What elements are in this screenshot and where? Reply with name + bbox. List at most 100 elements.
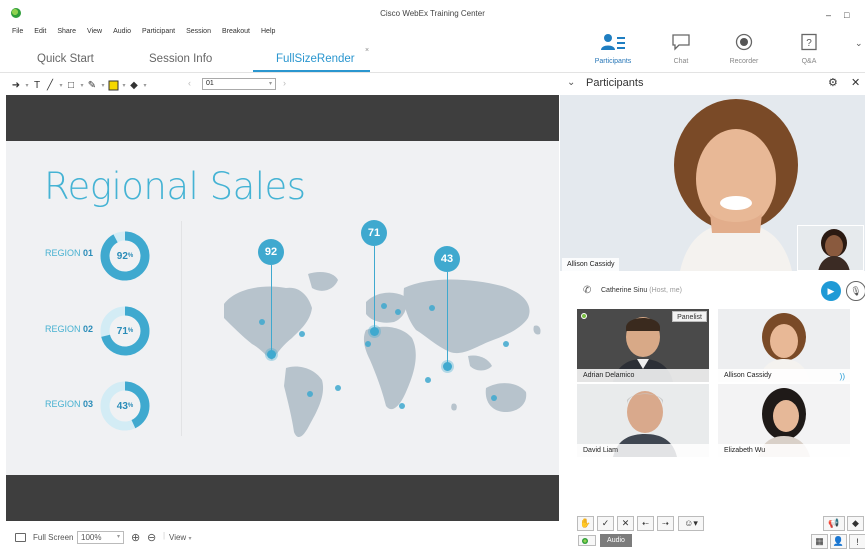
presenter-indicator-icon <box>581 313 587 319</box>
menu-share[interactable]: Share <box>57 28 76 40</box>
participants-icon <box>601 34 625 50</box>
menu-edit[interactable]: Edit <box>34 28 46 40</box>
menu-bar: File Edit Share View Audio Participant S… <box>12 28 286 40</box>
chevron-down-icon[interactable]: ▾ <box>99 82 107 89</box>
participant-tile[interactable]: David Liam <box>577 384 709 457</box>
participant-tile[interactable]: Panelist Adrian Delamico <box>577 309 709 382</box>
zoom-in-icon[interactable]: ⊕ <box>131 531 140 544</box>
video-camera-button[interactable]: ▶ <box>821 281 841 301</box>
menu-view[interactable]: View <box>87 28 102 40</box>
announce-button[interactable]: 📢 <box>823 516 845 531</box>
region-label: REGION 03 <box>45 399 94 409</box>
raise-hand-button[interactable]: ✋ <box>577 516 594 531</box>
emoticon-button[interactable]: ☺▾ <box>678 516 704 531</box>
tab-quick-start[interactable]: Quick Start <box>37 53 94 65</box>
eraser-icon[interactable]: ◆ <box>128 78 140 92</box>
participant-tile[interactable]: Elizabeth Wu <box>718 384 850 457</box>
annotation-toolbar: ➜ ▾ T ╱ ▾ □ ▾ ✎ ▾ ▾ ◆ ▾ ‹ 01 ▾ › <box>10 76 559 94</box>
title-bar: Cisco WebEx Training Center – □ <box>0 0 865 22</box>
status-divider: | <box>163 531 166 540</box>
line-tool-icon[interactable]: ╱ <box>44 78 56 92</box>
previous-page-icon[interactable]: ‹ <box>188 78 191 88</box>
speaking-icon: )) <box>839 372 845 381</box>
connection-status-icon[interactable] <box>578 535 596 546</box>
next-page-icon[interactable]: › <box>283 78 286 88</box>
menu-breakout[interactable]: Breakout <box>222 28 250 40</box>
page-select[interactable]: 01 ▾ <box>202 78 276 90</box>
slow-down-button[interactable]: ⇠ <box>637 516 654 531</box>
close-icon[interactable]: ✕ <box>851 76 860 89</box>
donut-value: 71% <box>116 325 134 337</box>
donut-value: 43% <box>116 400 134 412</box>
panel-divider <box>559 72 865 73</box>
region-donut-chart: 43% <box>99 380 151 432</box>
rectangle-tool-icon[interactable]: □ <box>65 78 77 92</box>
donut-value: 92% <box>116 250 134 262</box>
tab-label: Recorder <box>729 58 759 65</box>
tab-qa[interactable]: ? Q&A <box>779 33 839 65</box>
grid-view-icon[interactable]: ▦ <box>811 534 828 549</box>
chevron-down-icon[interactable]: ▾ <box>23 82 31 89</box>
tab-label: Chat <box>673 58 689 65</box>
chevron-down-icon[interactable]: ▾ <box>141 82 149 89</box>
map-pin-line <box>374 246 375 331</box>
menu-help[interactable]: Help <box>261 28 275 40</box>
slide-title: Regional Sales <box>44 165 306 208</box>
menu-session[interactable]: Session <box>186 28 211 40</box>
close-tab-icon[interactable]: × <box>365 47 369 54</box>
panelist-badge: Panelist <box>672 311 707 322</box>
pointer-arrow-icon[interactable]: ➜ <box>10 78 22 92</box>
no-x-button[interactable]: ✕ <box>617 516 634 531</box>
collapse-chevron-icon[interactable]: ⌄ <box>567 77 575 88</box>
chevron-down-icon: ▾ <box>268 81 272 87</box>
tab-label: Q&A <box>801 58 817 65</box>
zoom-select[interactable]: 100% ▾ <box>77 531 124 544</box>
text-tool-icon[interactable]: T <box>31 78 43 92</box>
view-menu[interactable]: View ▾ <box>169 533 191 542</box>
region-label: REGION 01 <box>45 248 94 258</box>
chevron-down-icon[interactable]: ▾ <box>57 82 65 89</box>
full-screen-icon[interactable] <box>15 533 26 542</box>
audio-button[interactable]: Audio <box>600 534 632 547</box>
gear-icon[interactable]: ⚙ <box>828 76 838 89</box>
minimize-button[interactable]: – <box>826 10 831 20</box>
tab-fullsizerender[interactable]: FullSizeRender <box>276 53 355 65</box>
slide-divider <box>181 221 182 436</box>
tab-recorder[interactable]: Recorder <box>714 33 774 65</box>
participant-name: Allison Cassidy <box>718 369 850 382</box>
chat-icon <box>672 34 690 51</box>
alert-icon[interactable]: ! <box>849 534 865 549</box>
tab-chat[interactable]: Chat <box>651 33 711 65</box>
page-value: 01 <box>206 80 214 87</box>
phone-icon: ✆ <box>583 285 592 296</box>
panel-title: Participants <box>586 77 644 89</box>
zoom-value: 100% <box>81 533 102 542</box>
full-screen-button[interactable]: Full Screen <box>33 533 73 542</box>
map-pin-dot <box>370 327 379 336</box>
window-title: Cisco WebEx Training Center <box>380 9 485 18</box>
chevron-down-icon[interactable]: ▾ <box>78 82 86 89</box>
yes-checkmark-button[interactable]: ✓ <box>597 516 614 531</box>
map-pin-line <box>271 265 272 355</box>
maximize-button[interactable]: □ <box>844 10 849 20</box>
map-pin-bubble: 92 <box>258 239 284 265</box>
map-pin-bubble: 43 <box>434 246 460 272</box>
more-tabs-chevron-icon[interactable]: ⌄ <box>855 38 863 49</box>
tab-participants[interactable]: Participants <box>583 33 643 65</box>
menu-audio[interactable]: Audio <box>113 28 131 40</box>
chevron-down-icon[interactable]: ▾ <box>120 82 128 89</box>
menu-participant[interactable]: Participant <box>142 28 175 40</box>
question-icon: ? <box>801 33 817 51</box>
map-pin-dot <box>443 362 452 371</box>
tab-session-info[interactable]: Session Info <box>149 53 212 65</box>
participant-list-icon[interactable]: 👤 <box>830 534 847 549</box>
microphone-mute-button[interactable]: 🎙 <box>846 281 865 301</box>
chevron-down-icon: ▾ <box>116 534 120 540</box>
clear-eraser-button[interactable]: ◆ <box>847 516 864 531</box>
pen-tool-icon[interactable]: ✎ <box>86 78 98 92</box>
speed-up-button[interactable]: ⇢ <box>657 516 674 531</box>
menu-file[interactable]: File <box>12 28 23 40</box>
highlighter-icon[interactable] <box>107 78 119 92</box>
participant-tile[interactable]: Allison Cassidy )) <box>718 309 850 382</box>
zoom-out-icon[interactable]: ⊖ <box>147 531 156 544</box>
